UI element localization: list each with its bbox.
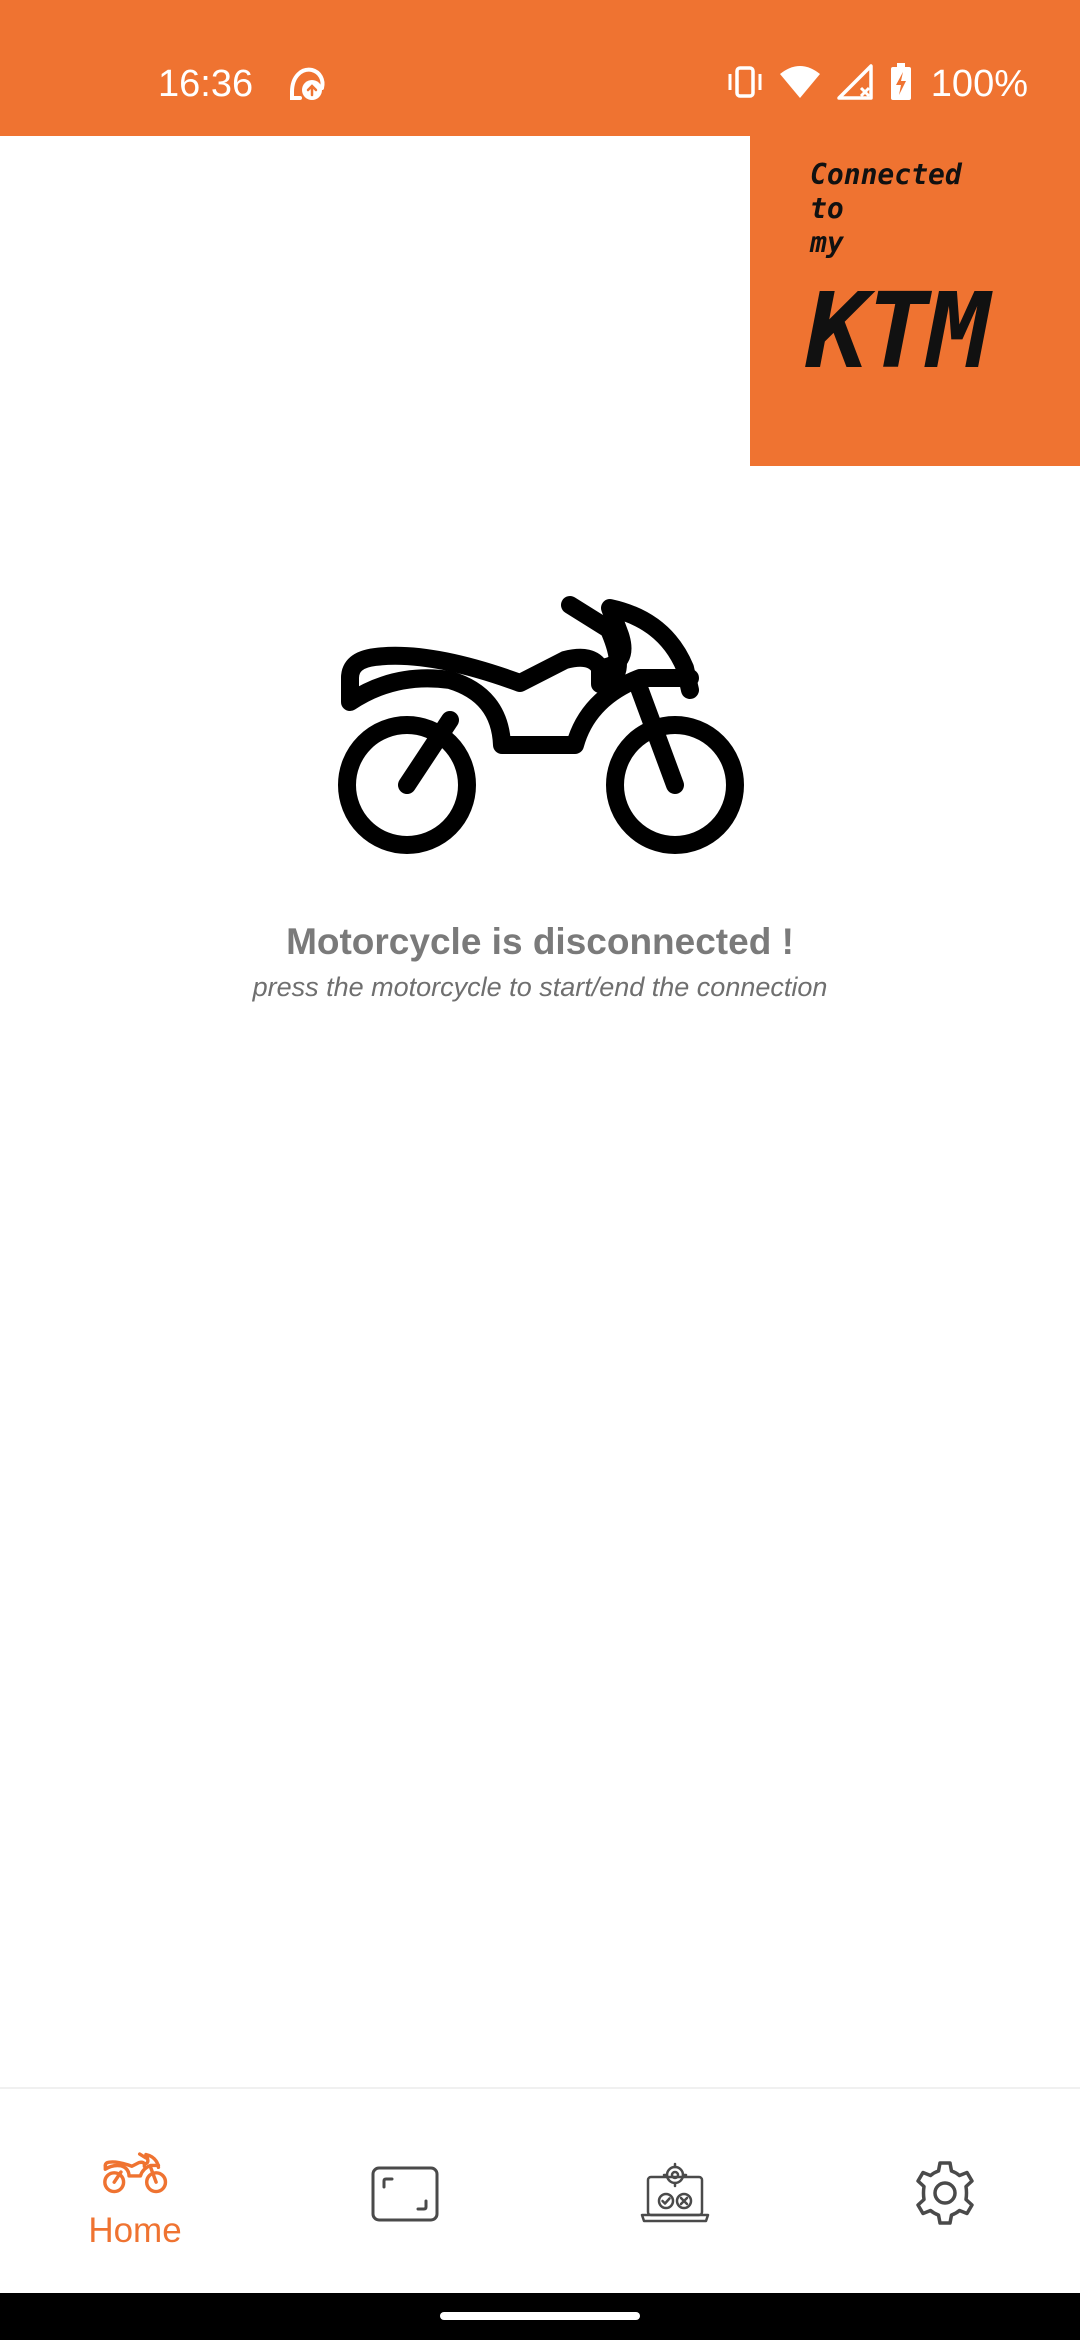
gesture-handle[interactable] — [440, 2312, 640, 2320]
logo-line-to: to — [810, 192, 844, 225]
wifi-icon — [779, 62, 821, 107]
status-bar: 16:36 100% — [0, 0, 1080, 136]
nav-item-settings[interactable] — [810, 2089, 1080, 2295]
vibrate-icon — [725, 62, 765, 107]
brand-logo: Connected to my KTM — [750, 136, 1080, 466]
motorcycle-icon — [338, 596, 744, 854]
nav-label-home: Home — [88, 2211, 182, 2250]
status-time: 16:36 — [158, 63, 254, 105]
battery-percentage: 100% — [930, 63, 1028, 105]
nav-item-diagnostics[interactable] — [540, 2089, 810, 2295]
logo-brand-ktm: KTM — [806, 270, 990, 392]
signal-icon — [835, 62, 875, 107]
logo-line-my: my — [810, 226, 844, 259]
bottom-navigation: Home — [0, 2087, 1080, 2295]
app-sync-icon — [284, 62, 328, 106]
status-right-group: 100% — [725, 56, 1028, 112]
connection-status-title: Motorcycle is disconnected ! — [286, 921, 794, 962]
nav-item-frame[interactable] — [270, 2089, 540, 2295]
frame-icon — [370, 2165, 440, 2228]
gear-icon — [911, 2159, 979, 2232]
system-gesture-bar — [0, 2293, 1080, 2340]
battery-charging-icon — [889, 62, 913, 107]
logo-line-connected: Connected — [810, 158, 962, 191]
motorcycle-icon — [99, 2147, 171, 2202]
nav-item-home[interactable]: Home — [0, 2089, 270, 2295]
motorcycle-connect-button[interactable] — [320, 560, 760, 880]
diagnostics-icon — [640, 2159, 710, 2230]
connection-status-hint: press the motorcycle to start/end the co… — [252, 972, 828, 1002]
